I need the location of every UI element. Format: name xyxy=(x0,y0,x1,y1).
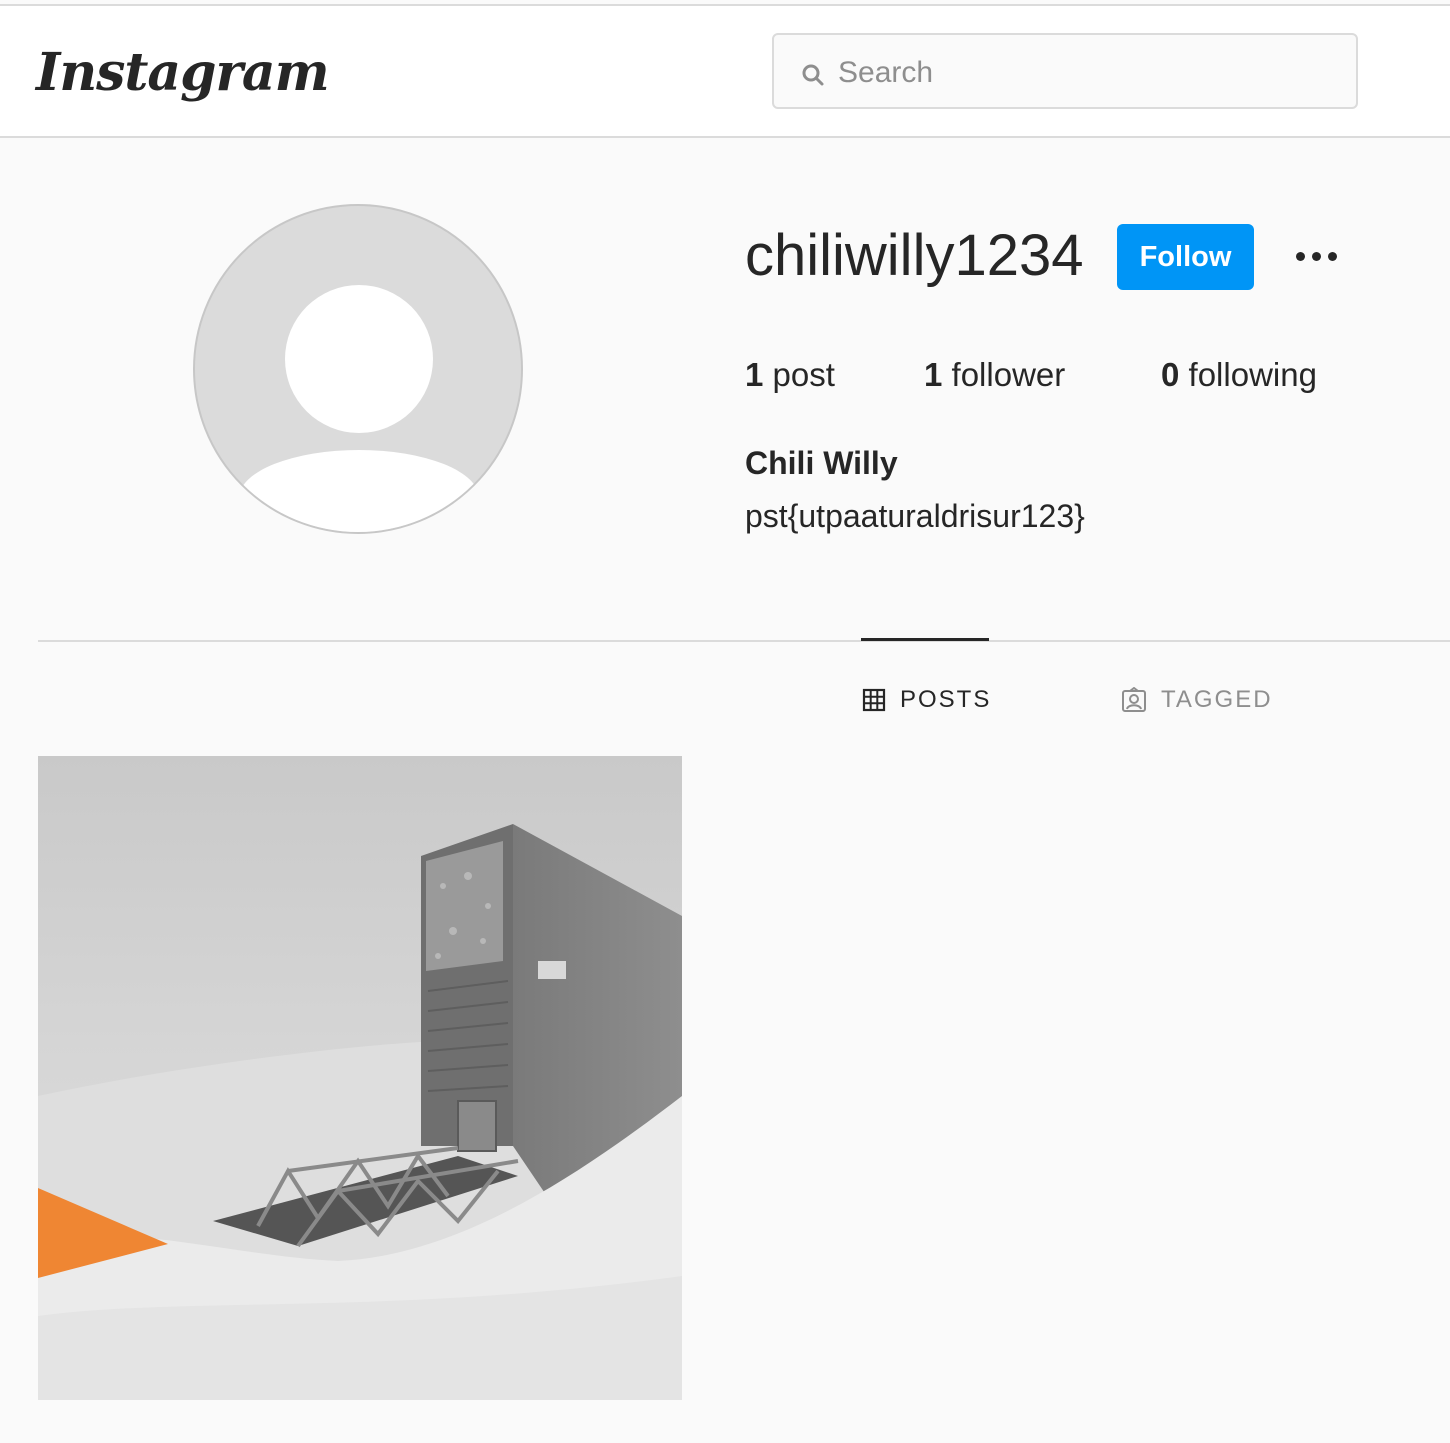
post-image xyxy=(38,756,682,1400)
search-box[interactable] xyxy=(772,33,1358,109)
tabs-divider xyxy=(38,640,1450,642)
profile-bio: pst{utpaaturaldrisur123} xyxy=(745,498,1085,534)
stat-posts-count: 1 xyxy=(745,356,764,393)
profile-avatar xyxy=(193,204,523,534)
avatar-body-silhouette xyxy=(239,450,479,532)
profile-full-name: Chili Willy xyxy=(745,445,898,481)
search-icon xyxy=(802,64,824,86)
stat-posts-label: post xyxy=(772,356,835,393)
active-tab-indicator xyxy=(861,638,989,641)
stat-followers[interactable]: 1 follower xyxy=(924,356,1065,394)
stat-following[interactable]: 0 following xyxy=(1161,356,1317,394)
tab-tagged[interactable]: TAGGED xyxy=(1121,684,1273,716)
tagged-icon xyxy=(1122,687,1146,712)
grid-icon xyxy=(862,688,886,712)
instagram-logo[interactable]: Instagram xyxy=(36,42,330,103)
more-options-icon[interactable] xyxy=(1290,242,1346,272)
stat-followers-label: follower xyxy=(951,356,1066,393)
search-input[interactable] xyxy=(836,49,1340,97)
profile-username: chiliwilly1234 xyxy=(745,223,1084,288)
avatar-head-silhouette xyxy=(285,285,433,433)
tab-posts[interactable]: POSTS xyxy=(862,684,991,716)
post-thumbnail[interactable] xyxy=(38,756,682,1400)
tab-posts-label: POSTS xyxy=(900,686,992,713)
follow-button[interactable]: Follow xyxy=(1117,224,1254,290)
stat-following-label: following xyxy=(1188,356,1317,393)
stat-followers-count: 1 xyxy=(924,356,943,393)
tab-tagged-label: TAGGED xyxy=(1161,686,1273,713)
stat-posts: 1 post xyxy=(745,356,835,394)
top-navigation-bar: Instagram xyxy=(0,6,1450,138)
stat-following-count: 0 xyxy=(1161,356,1180,393)
